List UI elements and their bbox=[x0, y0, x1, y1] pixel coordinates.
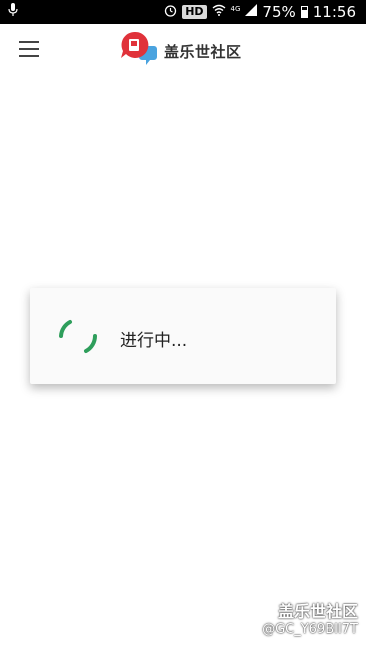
loading-message: 进行中... bbox=[120, 331, 188, 351]
loading-dialog: 进行中... bbox=[30, 288, 336, 384]
battery-icon bbox=[300, 6, 308, 18]
network-type-label: 4G bbox=[230, 4, 241, 13]
hamburger-menu-icon[interactable] bbox=[16, 38, 42, 60]
app-logo: 盖乐世社区 bbox=[120, 30, 242, 72]
watermark-user: @GC_Y69BII7T bbox=[262, 622, 358, 637]
mic-icon bbox=[8, 3, 18, 21]
app-bar: 盖乐世社区 bbox=[0, 24, 366, 76]
clock: 11:56 bbox=[312, 3, 356, 21]
watermark-brand: 盖乐世社区 bbox=[277, 602, 358, 621]
wifi-icon bbox=[212, 4, 226, 20]
app-title: 盖乐世社区 bbox=[164, 42, 242, 61]
battery-percentage: 75% bbox=[262, 3, 296, 21]
status-bar: HD 4G 75% 11:56 bbox=[0, 0, 366, 24]
alarm-icon bbox=[164, 4, 177, 21]
loading-spinner-icon bbox=[56, 314, 100, 358]
signal-icon bbox=[245, 4, 258, 20]
speech-bubble-logo-icon bbox=[120, 30, 158, 72]
hd-badge: HD bbox=[182, 5, 207, 19]
